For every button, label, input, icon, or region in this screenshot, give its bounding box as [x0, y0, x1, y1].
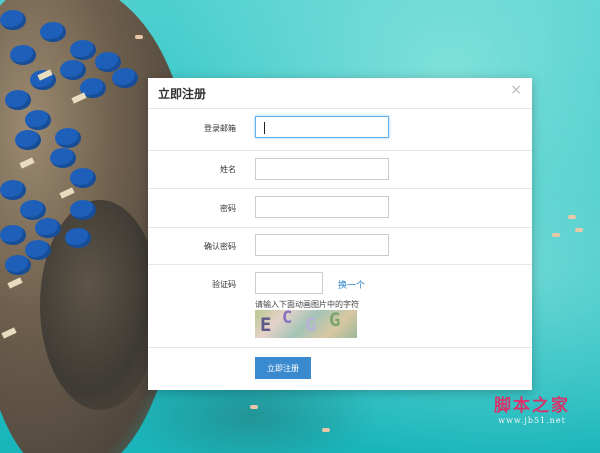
- refresh-captcha-link[interactable]: 换一个: [338, 278, 365, 291]
- dialog-title: 立即注册: [158, 87, 207, 101]
- text-cursor: [264, 122, 265, 134]
- password-input[interactable]: [255, 196, 389, 218]
- captcha-char: E: [260, 314, 272, 336]
- name-label: 姓名: [220, 165, 236, 174]
- password-label: 密码: [220, 204, 236, 213]
- register-button[interactable]: 立即注册: [255, 357, 311, 379]
- email-input[interactable]: [255, 116, 389, 138]
- dialog-header: 立即注册 ×: [148, 78, 532, 109]
- captcha-input[interactable]: [255, 272, 323, 294]
- captcha-char: C: [282, 310, 293, 328]
- name-input[interactable]: [255, 158, 389, 180]
- watermark-url: www.jb51.net: [498, 416, 566, 425]
- captcha-char: G: [329, 310, 341, 331]
- captcha-image[interactable]: E C G G: [255, 310, 357, 338]
- captcha-label: 验证码: [212, 280, 236, 289]
- close-icon[interactable]: ×: [510, 82, 522, 98]
- captcha-char: G: [305, 314, 317, 336]
- site-watermark: 脚本之家 www.jb51.net: [494, 391, 570, 425]
- register-dialog: 立即注册 × 登录邮箱 姓名 密码 确认密码 验证码 换一个 请输入下面动画图片…: [148, 78, 532, 390]
- confirm-password-input[interactable]: [255, 234, 389, 256]
- captcha-hint: 请输入下面动画图片中的字符: [255, 300, 359, 309]
- email-label: 登录邮箱: [204, 124, 236, 133]
- watermark-logo: 脚本之家: [494, 396, 570, 416]
- confirm-password-label: 确认密码: [204, 242, 236, 251]
